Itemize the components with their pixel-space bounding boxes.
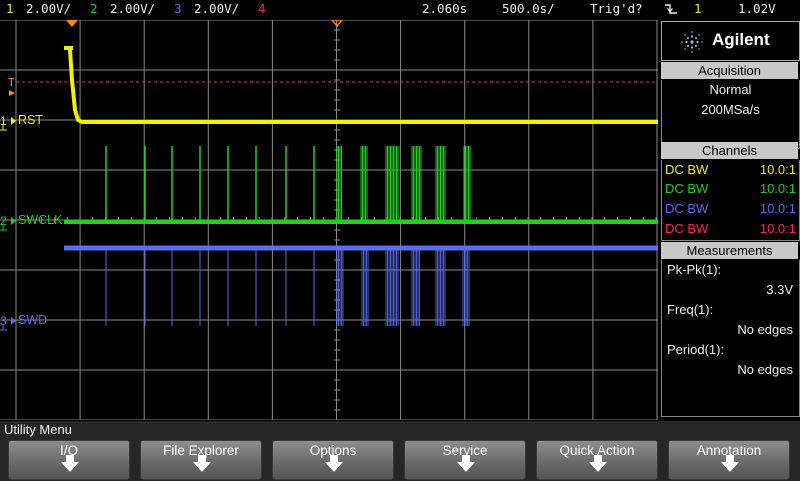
measurements-header[interactable]: Measurements (661, 242, 798, 259)
ch1-probe: 10.0:1 (759, 162, 796, 177)
timebase-scale[interactable]: 500.0s/ (502, 1, 555, 17)
ch1-trace-start (64, 46, 73, 50)
measurement-value: No edges (737, 362, 793, 377)
ch1-ground-marker-number[interactable]: 1 (0, 114, 7, 128)
ch2-scale[interactable]: 2.00V/ (110, 1, 155, 17)
ch3-number[interactable]: 3 (174, 1, 182, 17)
trigger-level-marker[interactable]: T (8, 76, 15, 89)
ch3-coupling: DC BW (665, 201, 709, 216)
channels-panel: DC BW 10.0:1 DC BW 10.0:1 DC BW 10.0:1 D… (661, 160, 800, 241)
measurement-label: Period(1): (667, 342, 725, 357)
sample-rate: 200MSa/s (701, 102, 760, 117)
menu-title: Utility Menu (4, 422, 72, 437)
softkey-quick-action[interactable]: Quick Action (536, 440, 658, 480)
arrow-down-icon (721, 455, 739, 472)
arrow-down-icon (325, 455, 343, 472)
ch2-number[interactable]: 2 (90, 1, 98, 17)
trigger-source[interactable]: 1 (694, 1, 702, 17)
softkey-menu: Utility Menu I/O File Explorer Options S… (0, 421, 800, 481)
measurement-value: 3.3V (766, 282, 793, 297)
arrow-down-icon (589, 455, 607, 472)
waveform-graticule (0, 20, 658, 420)
measurements-panel: Pk-Pk(1): 3.3V Freq(1): No edges Period(… (661, 260, 800, 417)
ch1-label: RST (18, 113, 43, 127)
ch4-coupling: DC BW (665, 221, 709, 236)
ch3-label: SWD (18, 313, 48, 327)
softkey-options[interactable]: Options (272, 440, 394, 480)
ch2-probe: 10.0:1 (759, 181, 796, 196)
measurement-value: No edges (737, 322, 793, 337)
softkey-annotation[interactable]: Annotation (668, 440, 790, 480)
ch3-probe: 10.0:1 (759, 201, 796, 216)
horizontal-delay[interactable]: 2.060s (422, 1, 467, 17)
brand-name: Agilent (712, 30, 770, 49)
agilent-logo-icon (680, 30, 704, 58)
ch3-ground-marker-number[interactable]: 3 (0, 314, 7, 328)
arrow-down-icon (457, 455, 475, 472)
ch3-scale[interactable]: 2.00V/ (194, 1, 239, 17)
softkey-io[interactable]: I/O (8, 440, 130, 480)
ch1-scale[interactable]: 2.00V/ (26, 1, 71, 17)
ch4-number[interactable]: 4 (258, 1, 266, 17)
softkey-file-explorer[interactable]: File Explorer (140, 440, 262, 480)
waveform-display[interactable]: T 1 RST 2 SWCLK 3 SWD (0, 20, 658, 420)
ch2-ground-marker-number[interactable]: 2 (0, 214, 7, 228)
arrow-down-icon (193, 455, 211, 472)
acquisition-mode: Normal (709, 82, 752, 97)
info-sidebar: Agilent Acquisition Normal 200MSa/s Chan… (660, 20, 800, 420)
channels-header[interactable]: Channels (661, 142, 798, 159)
trigger-status: Trig'd? (590, 1, 643, 16)
ch1-number[interactable]: 1 (6, 1, 14, 17)
ch2-label: SWCLK (18, 213, 63, 227)
ch2-coupling: DC BW (665, 181, 709, 196)
measurement-label: Pk-Pk(1): (667, 262, 722, 277)
ch1-coupling: DC BW (665, 162, 709, 177)
measurement-label: Freq(1): (667, 302, 714, 317)
acquisition-panel: Normal 200MSa/s (661, 80, 800, 149)
brand-panel: Agilent (661, 21, 800, 61)
softkey-service[interactable]: Service (404, 440, 526, 480)
arrow-down-icon (61, 455, 79, 472)
acquisition-header[interactable]: Acquisition (661, 62, 798, 79)
status-bar: 1 2.00V/ 2 2.00V/ 3 2.00V/ 4 2.060s 500.… (0, 0, 800, 20)
trigger-level[interactable]: 1.02V (738, 1, 776, 17)
ch4-probe: 10.0:1 (759, 221, 796, 236)
falling-edge-icon (664, 2, 678, 20)
